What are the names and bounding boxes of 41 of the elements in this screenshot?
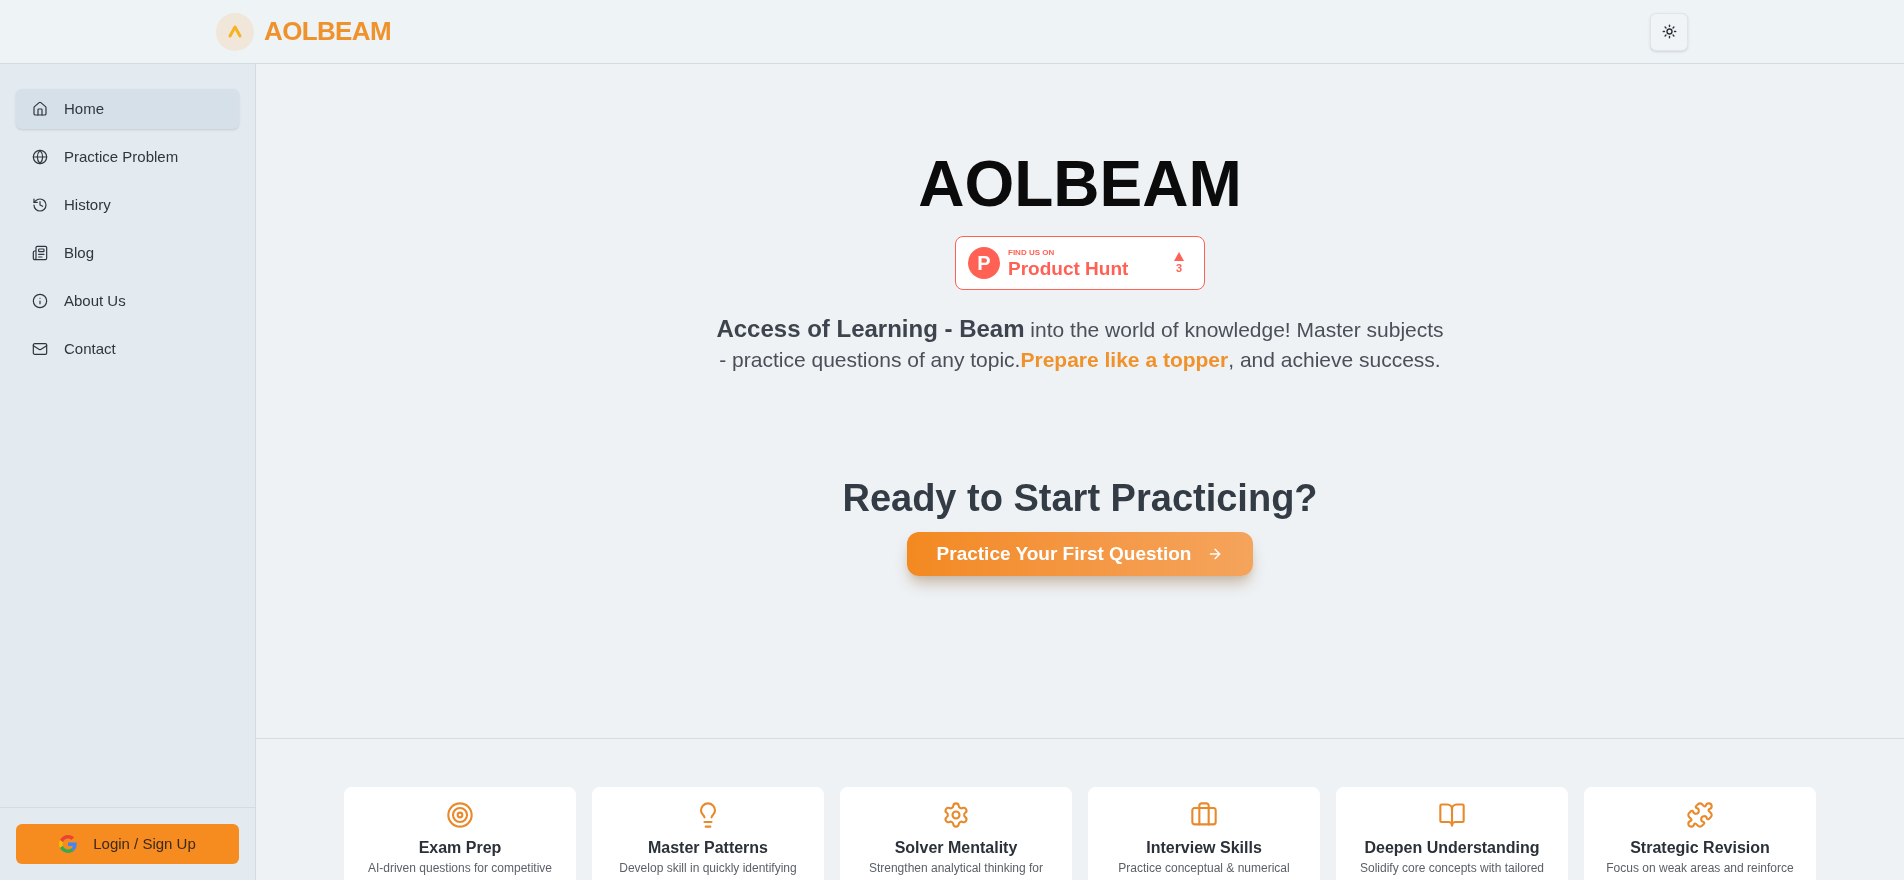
theme-toggle-button[interactable] (1650, 12, 1688, 51)
sidebar-item[interactable]: History (16, 185, 239, 225)
logo-icon (216, 12, 254, 51)
feature-title: Exam Prep (418, 838, 502, 858)
sun-icon (1661, 24, 1677, 39)
newspaper-icon (32, 245, 48, 261)
google-icon (59, 835, 78, 853)
feature-description: Develop skill in quickly identifying (619, 860, 797, 876)
badge-name: Product Hunt (1008, 258, 1129, 278)
sidebar-item[interactable]: About Us (16, 281, 239, 321)
puzzle-icon (1686, 801, 1714, 829)
info-icon (32, 293, 48, 309)
history-icon (32, 197, 48, 213)
sidebar-item[interactable]: Blog (16, 233, 239, 273)
mail-icon (32, 341, 48, 357)
tagline: Access of Learning - Beam into the world of knowledge! Master subjects - practice questions of any topic.Prepare like a topper, and achieve success. (715, 314, 1445, 373)
feature-title: Solver Mentality (894, 838, 1018, 858)
product-hunt-logo: P (968, 247, 1000, 279)
feature-title: Interview Skills (1146, 838, 1262, 858)
badge-eyebrow: FIND US ON (1008, 248, 1056, 257)
login-button[interactable]: Login / Sign Up (16, 824, 239, 864)
feature-description: AI-driven questions for competitive (367, 860, 553, 876)
sidebar-item[interactable]: Home (16, 89, 239, 129)
feature-description: Strengthen analytical thinking for (868, 860, 1044, 876)
globe-icon (32, 149, 48, 165)
home-icon (32, 101, 48, 117)
book-icon (1438, 801, 1466, 829)
sidebar-item[interactable]: Contact (16, 329, 239, 369)
gear-icon (942, 801, 970, 829)
feature-description: Solidify core concepts with tailored (1359, 860, 1545, 876)
feature-title: Master Patterns (647, 838, 768, 858)
target-icon (446, 801, 474, 829)
feature-description: Practice conceptual & numerical (1118, 860, 1290, 876)
triangle-up-icon (1174, 252, 1184, 261)
feature-title: Strategic Revision (1630, 838, 1770, 858)
cta-heading: Ready to Start Practicing? (842, 476, 1318, 521)
upvote-count: 3 (1175, 263, 1183, 274)
sidebar-item[interactable]: Practice Problem (16, 137, 239, 177)
feature-description: Focus on weak areas and reinforce (1606, 860, 1794, 876)
hero-title: AOLBEAM (918, 152, 1242, 216)
feature-title: Deepen Understanding (1364, 838, 1540, 858)
